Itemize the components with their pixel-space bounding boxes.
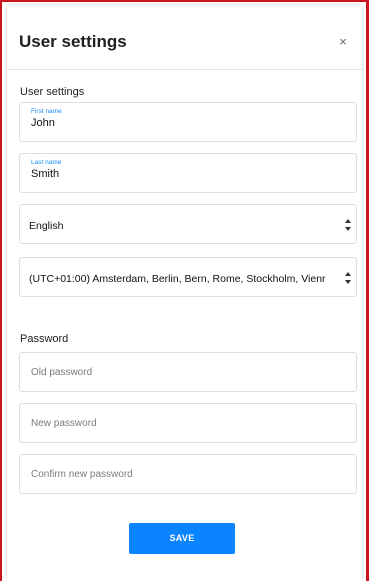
dialog-window: User settings × User settings First name… xyxy=(0,0,369,581)
new-password-input[interactable]: New password xyxy=(19,403,357,443)
updown-chevron-icon xyxy=(345,272,351,284)
timezone-selected-value: (UTC+01:00) Amsterdam, Berlin, Bern, Rom… xyxy=(29,273,326,285)
save-button[interactable]: SAVE xyxy=(129,523,235,554)
last-name-value[interactable]: Smith xyxy=(31,168,59,180)
language-selected-value: English xyxy=(29,220,64,232)
first-name-value[interactable]: John xyxy=(31,117,55,129)
window-edge-top xyxy=(0,0,369,2)
new-password-placeholder: New password xyxy=(31,418,97,429)
dialog-title: User settings xyxy=(19,32,127,51)
first-name-label: First name xyxy=(31,108,62,115)
timezone-select[interactable]: (UTC+01:00) Amsterdam, Berlin, Bern, Rom… xyxy=(19,257,357,297)
password-section-label: Password xyxy=(20,333,69,345)
settings-panel: User settings × User settings First name… xyxy=(7,5,362,581)
first-name-field[interactable]: First name John xyxy=(19,102,357,142)
old-password-input[interactable]: Old password xyxy=(19,352,357,392)
close-icon[interactable]: × xyxy=(334,33,352,51)
updown-chevron-icon xyxy=(345,219,351,231)
last-name-field[interactable]: Last name Smith xyxy=(19,153,357,193)
dialog-header: User settings × xyxy=(7,5,362,70)
language-select[interactable]: English xyxy=(19,204,357,244)
old-password-placeholder: Old password xyxy=(31,367,93,378)
user-settings-section-label: User settings xyxy=(20,86,85,98)
window-edge-left xyxy=(0,0,2,581)
confirm-password-input[interactable]: Confirm new password xyxy=(19,454,357,494)
confirm-password-placeholder: Confirm new password xyxy=(31,469,133,480)
last-name-label: Last name xyxy=(31,159,62,166)
